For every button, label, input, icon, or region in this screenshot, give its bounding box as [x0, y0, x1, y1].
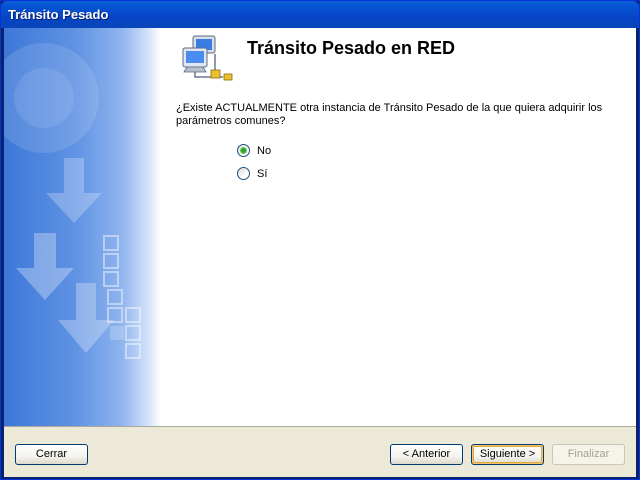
next-button[interactable]: Siguiente > [471, 444, 544, 465]
wizard-window: Tránsito Pesado Tránsito Pesado en RED ¿… [0, 0, 640, 480]
question-text: ¿Existe ACTUALMENTE otra instancia de Tr… [176, 102, 603, 127]
page-title: Tránsito Pesado en RED [247, 38, 456, 58]
option-no[interactable]: No [237, 144, 271, 157]
option-si[interactable]: Sí [237, 167, 267, 180]
network-computer-icon [182, 35, 233, 81]
title-bar[interactable]: Tránsito Pesado [1, 1, 639, 28]
option-si-label: Sí [257, 167, 268, 180]
close-button[interactable]: Cerrar [15, 444, 88, 465]
radio-si[interactable] [237, 167, 250, 180]
radio-no[interactable] [237, 144, 250, 157]
option-no-label: No [257, 144, 272, 157]
finish-button: Finalizar [552, 444, 625, 465]
banner-arrows-graphic [4, 43, 141, 359]
back-button[interactable]: < Anterior [390, 444, 463, 465]
wizard-content: Tránsito Pesado en RED ¿Existe ACTUALMEN… [161, 28, 636, 426]
wizard-side-banner [4, 28, 161, 426]
button-bar: Cerrar < Anterior Siguiente > Finalizar [4, 426, 636, 477]
window-title: Tránsito Pesado [8, 7, 109, 22]
wizard-client-area: Tránsito Pesado en RED ¿Existe ACTUALMEN… [4, 28, 636, 477]
